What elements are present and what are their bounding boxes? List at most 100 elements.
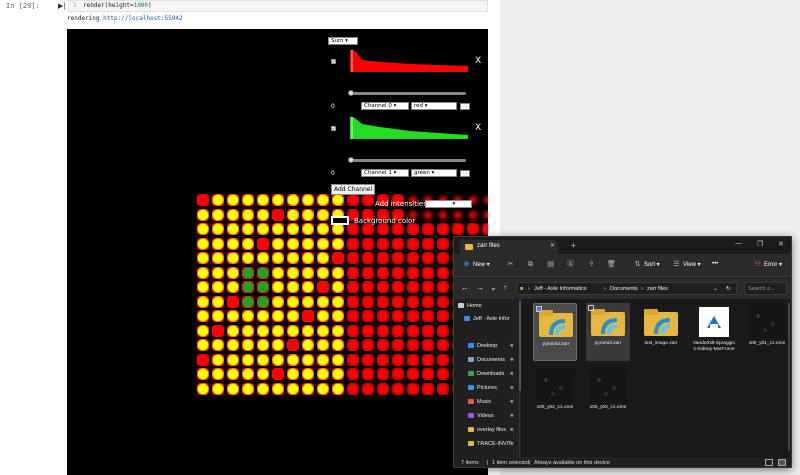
image-tile (332, 324, 344, 337)
image-tile (317, 339, 329, 351)
error-button[interactable]: Error ▾ (764, 261, 782, 268)
share-icon[interactable]: ⇪ (587, 260, 596, 269)
channel-1-slider-handle[interactable] (348, 157, 354, 163)
channel-0-value[interactable]: 0 (331, 103, 335, 110)
breadcrumb-documents[interactable]: Documents (610, 286, 638, 292)
channel-0-select[interactable]: Channel 0 ▾ (361, 102, 409, 110)
tab-close-icon[interactable]: ✕ (550, 242, 555, 249)
channel-1-color-select[interactable]: green ▾ (411, 169, 457, 177)
channel-1-select-value: Channel 1 (364, 170, 392, 176)
up-icon[interactable]: ↑ (503, 283, 507, 292)
channel-0-checkbox[interactable]: ✔ (331, 59, 336, 64)
file-item[interactable]: test_image.zarr (639, 303, 683, 361)
more-button[interactable]: ••• (712, 261, 718, 267)
selection-checkbox[interactable]: ✓ (536, 306, 542, 312)
sidebar-item-label: Desktop (477, 343, 498, 349)
cut-icon[interactable]: ✂ (506, 260, 515, 269)
channel-0-slider-handle[interactable] (348, 90, 354, 96)
image-tile (467, 208, 479, 221)
image-tile (347, 353, 359, 366)
new-tab-icon[interactable]: + (571, 241, 576, 250)
image-tile (392, 368, 404, 380)
delete-icon[interactable]: 🗑 (607, 260, 616, 269)
search-input[interactable]: Search z... (744, 282, 787, 295)
sidebar-item-desktop[interactable]: Desktop (468, 343, 497, 352)
sidebar-item-pictures[interactable]: Pictures (468, 385, 497, 394)
channel-1-close-button[interactable]: X (475, 123, 481, 133)
run-indicator-icon[interactable]: ▶| (58, 2, 66, 10)
channel-0-color-select[interactable]: red ▾ (411, 102, 457, 110)
pin-icon: ✱ (510, 371, 514, 376)
sidebar-item-videos[interactable]: Videos (468, 413, 494, 422)
image-tile (332, 382, 344, 395)
channel-1-value[interactable]: 0 (331, 170, 335, 177)
file-item[interactable]: x00_y02_c1.ome (533, 367, 577, 425)
sidebar-item-documents[interactable]: Documents (468, 357, 505, 366)
close-window-icon[interactable]: ✕ (778, 240, 784, 248)
channel-1-checkbox[interactable]: ✔ (331, 126, 336, 131)
code-line[interactable]: render(height=1000) (83, 2, 152, 9)
image-tile (392, 295, 404, 308)
channel-0-options-button[interactable]: ⋯ (460, 103, 470, 110)
sort-button[interactable]: Sort ▾ (644, 261, 660, 268)
rename-icon[interactable]: Ⓐ (566, 260, 575, 269)
image-tile (197, 295, 209, 308)
sidebar-item-jeff-axle-infor[interactable]: Jeff - Axle Infor (464, 316, 510, 325)
channel-0-slider[interactable] (350, 92, 466, 95)
dropdown-history-icon[interactable]: ⌄ (490, 283, 497, 292)
add-channel-button[interactable]: Add Channel (331, 184, 376, 195)
code-prefix: render(height= (83, 2, 134, 9)
sidebar-item-home[interactable]: Home (458, 303, 482, 312)
image-tile (392, 339, 404, 351)
selection-checkbox[interactable] (588, 305, 594, 311)
forward-icon[interactable]: → (476, 283, 484, 292)
image-tile (362, 324, 374, 337)
file-item[interactable]: x00_y01_c1.ome (745, 303, 789, 361)
refresh-icon[interactable]: ↻ (726, 286, 731, 292)
file-item[interactable]: ✓ pyramid.zarr (533, 303, 577, 361)
tab-zarr-files[interactable]: zarr files ✕ (460, 240, 558, 254)
sidebar-item-overlay-files[interactable]: overlay files (468, 427, 506, 436)
channel-0-close-button[interactable]: X (475, 56, 481, 66)
file-list-scrollbar[interactable] (788, 303, 790, 451)
file-item[interactable]: Vanderbilt-Spraggins-Kidney-MxIF.ome (692, 303, 736, 361)
background-color-swatch[interactable] (331, 216, 349, 225)
channel-1-slider[interactable] (350, 159, 466, 162)
sidebar-item-trace-invit[interactable]: TRACE-INVIT (468, 441, 512, 450)
sidebar-item-downloads[interactable]: Downloads (468, 371, 504, 380)
channel-1-select[interactable]: Channel 1 ▾ (361, 169, 409, 177)
aggregation-select[interactable]: Sum ▾ (328, 37, 358, 45)
chevron-down-icon[interactable]: ⌄ (713, 286, 718, 292)
tiles-view-icon[interactable] (778, 459, 786, 466)
minimize-icon[interactable]: — (735, 240, 742, 247)
output-link[interactable]: http://localhost:55942 (103, 15, 182, 22)
new-button[interactable]: New ▾ (473, 261, 490, 268)
image-tile (197, 266, 209, 279)
breadcrumb-account[interactable]: Jeff - Axle Informatics (534, 286, 586, 292)
channel-1-options-button[interactable]: ⋯ (460, 170, 470, 177)
image-viewer[interactable]: Sum ▾ ✔ X 0 Channel 0 ▾ red ▾ ⋯ ✔ X 0 Ch… (67, 29, 488, 475)
maximize-icon[interactable]: ❐ (757, 240, 763, 248)
image-tile (437, 208, 449, 221)
image-tile (452, 208, 464, 221)
back-icon[interactable]: ← (461, 283, 469, 292)
file-explorer-window[interactable]: zarr files ✕ + — ❐ ✕ ⊕ New ▾ ✂ ⧉ ▤ Ⓐ ⇪ 🗑… (453, 236, 792, 468)
sidebar-item-music[interactable]: Music (468, 399, 491, 408)
code-cell[interactable]: 1 render(height=1000) (68, 0, 488, 12)
breadcrumb-zarr-files[interactable]: zarr files (647, 286, 668, 292)
view-button[interactable]: View ▾ (683, 261, 701, 268)
image-tile (362, 237, 374, 250)
image-tile (317, 324, 329, 337)
add-intensities-select[interactable]: ▾ (425, 200, 472, 208)
file-item[interactable]: x00_y03_c1.ome (586, 367, 630, 425)
file-item[interactable]: pyramid.zarr (586, 303, 630, 361)
details-view-icon[interactable] (765, 459, 773, 466)
paste-icon[interactable]: ▤ (546, 260, 555, 269)
image-tile (422, 281, 434, 293)
image-tile (317, 223, 329, 235)
address-bar[interactable]: ■ › Jeff - Axle Informatics › Documents … (516, 282, 737, 295)
pictures-icon (468, 385, 474, 391)
copy-icon[interactable]: ⧉ (526, 260, 535, 269)
image-tile (347, 194, 359, 206)
image-tile (242, 339, 254, 351)
